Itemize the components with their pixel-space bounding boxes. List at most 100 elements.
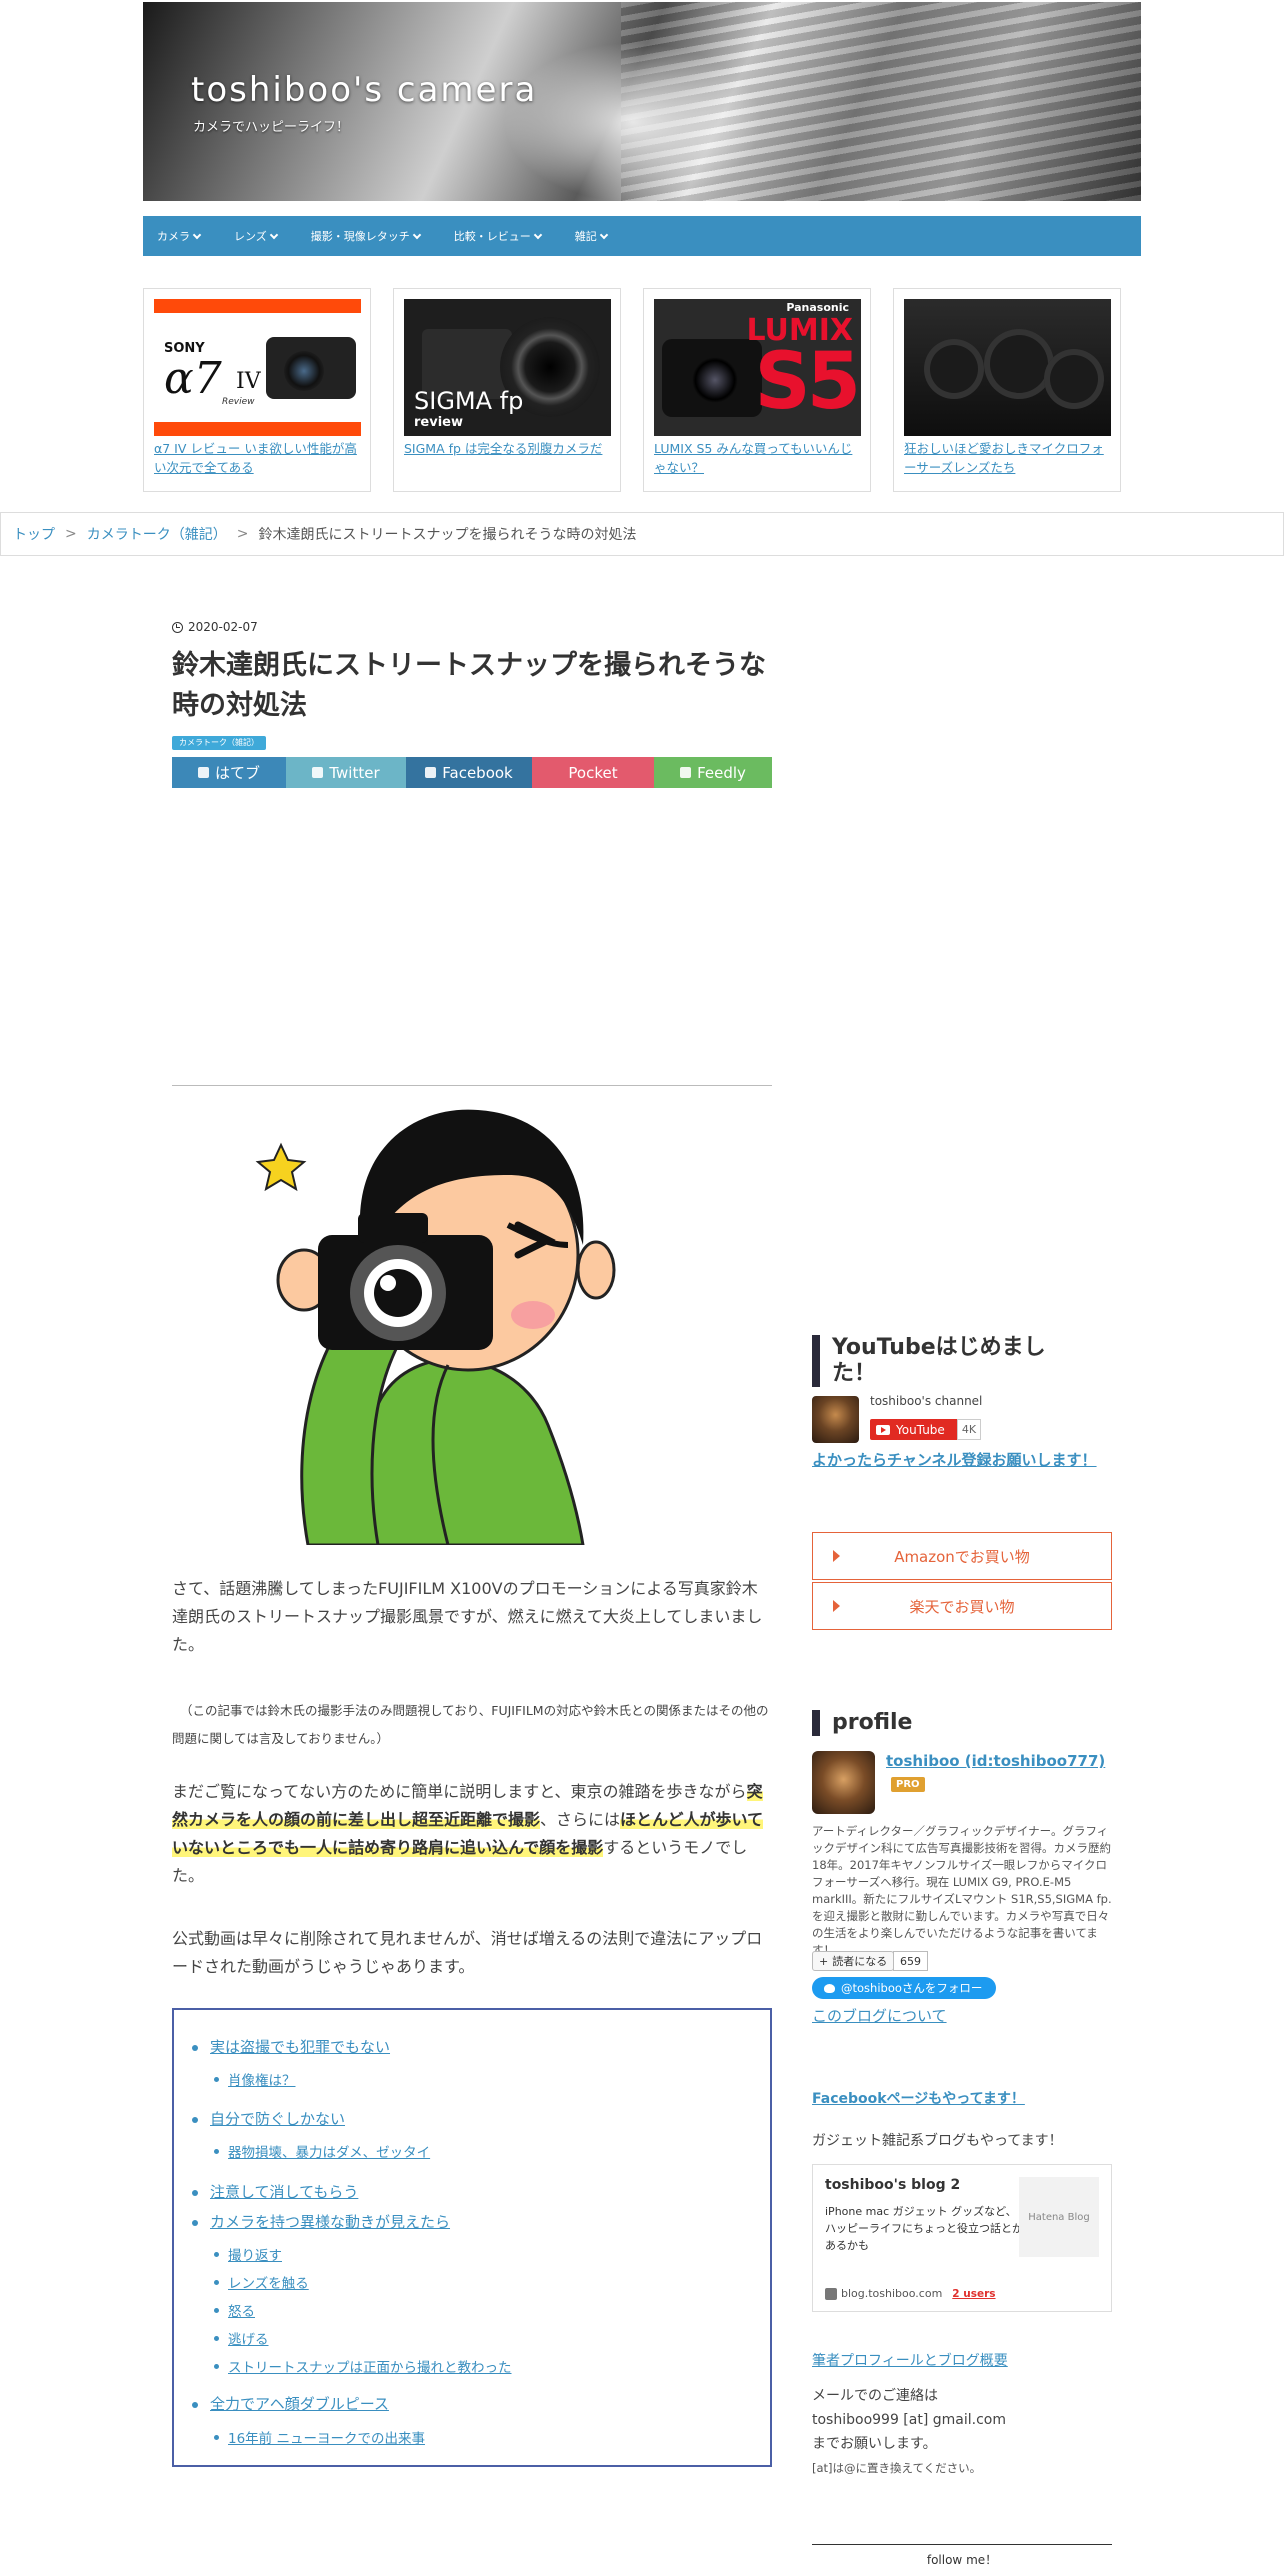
toc-subitem[interactable]: 16年前 ニューヨークでの出来事 bbox=[228, 2427, 425, 2447]
blog-card-footer: blog.toshiboo.com 2 users bbox=[825, 2287, 996, 2300]
thumb-model: α7 bbox=[164, 353, 222, 404]
channel-avatar[interactable] bbox=[812, 1396, 859, 1443]
reader-count: 659 bbox=[893, 1951, 928, 1971]
hatena-icon bbox=[197, 767, 209, 778]
contact-info: メールでのご連絡は toshiboo999 [at] gmail.com までお… bbox=[812, 2384, 1006, 2480]
youtube-button-label: YouTube bbox=[896, 1422, 945, 1437]
bookmark-users-link[interactable]: 2 users bbox=[952, 2288, 995, 2300]
post-date-text: 2020-02-07 bbox=[188, 620, 258, 634]
bullet-icon bbox=[192, 2402, 198, 2408]
profile-bio: アートディレクター／グラフィックデザイナー。グラフィックデザイン科にて広告写真撮… bbox=[812, 1824, 1112, 1957]
bullet-icon bbox=[192, 2220, 198, 2226]
facebook-page-link[interactable]: Facebookページもやってます！ bbox=[812, 2088, 1025, 2108]
chevron-down-icon bbox=[533, 230, 543, 239]
subscriber-count: 4K bbox=[957, 1419, 981, 1440]
nav-label: 雑記 bbox=[574, 230, 597, 243]
thumb-subtitle: review bbox=[414, 415, 463, 430]
featured-card[interactable]: Panasonic LUMIX S5 LUMIX S5 みんな買ってもいいんじゃ… bbox=[643, 288, 871, 492]
bullet-icon bbox=[214, 2252, 219, 2257]
share-hatena-button[interactable]: はてブ bbox=[172, 757, 286, 788]
toc-subitem[interactable]: レンズを触る bbox=[228, 2272, 309, 2292]
breadcrumb-separator: > bbox=[65, 526, 77, 542]
paragraph: まだご覧になってない方のために簡単に説明しますと、東京の雑踏を歩きながら突然カメ… bbox=[172, 1778, 772, 1890]
share-twitter-button[interactable]: Twitter bbox=[286, 757, 406, 788]
rakuten-button[interactable]: 楽天でお買い物 bbox=[812, 1582, 1112, 1630]
chevron-down-icon bbox=[412, 230, 422, 239]
featured-caption[interactable]: 狂おしいほど愛おしきマイクロフォーサーズレンズたち bbox=[904, 439, 1114, 477]
nav-item-misc[interactable]: 雑記 bbox=[574, 228, 609, 244]
follow-heading: follow me！ bbox=[812, 2544, 1112, 2568]
toc-subitem[interactable]: 器物損壊、暴力はダメ、ゼッタイ bbox=[228, 2141, 430, 2161]
featured-thumbnail[interactable]: Panasonic LUMIX S5 bbox=[654, 299, 861, 436]
featured-caption[interactable]: LUMIX S5 みんな買ってもいいんじゃない？ bbox=[654, 439, 864, 477]
bullet-icon bbox=[192, 2190, 198, 2196]
amazon-button[interactable]: Amazonでお買い物 bbox=[812, 1532, 1112, 1580]
toc-item[interactable]: 自分で防ぐしかない bbox=[210, 2108, 345, 2129]
photographer-illustration bbox=[255, 1109, 616, 1545]
twitter-follow-button[interactable]: @toshibooさんをフォロー bbox=[812, 1977, 996, 1999]
table-of-contents: 実は盗撮でも犯罪でもない 肖像権は？ 自分で防ぐしかない 器物損壊、暴力はダメ、… bbox=[172, 2008, 772, 2467]
lens-image bbox=[1044, 349, 1104, 409]
share-label: はてブ bbox=[214, 764, 260, 782]
breadcrumb: トップ > カメラトーク（雑記） > 鈴木達朗氏にストリートスナップを撮られそう… bbox=[0, 512, 1284, 556]
toc-item[interactable]: 注意して消してもらう bbox=[210, 2181, 358, 2202]
toc-item[interactable]: 全力でアヘ顔ダブルピース bbox=[210, 2393, 389, 2414]
toc-item[interactable]: カメラを持つ異様な動きが見えたら bbox=[210, 2211, 450, 2232]
share-label: Facebook bbox=[442, 763, 513, 782]
featured-cards: SONY α7 IV Review α7 IV レビュー いま欲しい性能が高い次… bbox=[143, 288, 1141, 492]
rakuten-label: 楽天でお買い物 bbox=[909, 1597, 1015, 1616]
featured-thumbnail[interactable]: SIGMA fp review bbox=[404, 299, 611, 436]
share-pocket-button[interactable]: Pocket bbox=[532, 757, 654, 788]
site-title[interactable]: toshiboo's camera bbox=[191, 70, 537, 110]
share-feedly-button[interactable]: Feedly bbox=[654, 757, 772, 788]
amazon-label: Amazonでお買い物 bbox=[894, 1547, 1030, 1566]
breadcrumb-category-link[interactable]: カメラトーク（雑記） bbox=[87, 524, 227, 544]
toc-subitem[interactable]: 撮り返す bbox=[228, 2244, 282, 2264]
site-header: toshiboo's camera カメラでハッピーライフ！ bbox=[143, 2, 1141, 201]
blog-card[interactable]: toshiboo's blog 2 iPhone mac ガジェット グッズなど… bbox=[812, 2164, 1112, 2312]
channel-subscribe-link[interactable]: よかったらチャンネル登録お願いします！ bbox=[812, 1449, 1097, 1470]
nav-item-review[interactable]: 比較・レビュー bbox=[454, 228, 543, 244]
nav-item-lens[interactable]: レンズ bbox=[234, 228, 279, 244]
about-blog-link[interactable]: このブログについて bbox=[812, 2005, 947, 2026]
nav-item-shooting[interactable]: 撮影・現像レタッチ bbox=[311, 228, 422, 244]
twitter-follow-label: @toshibooさんをフォロー bbox=[841, 1981, 983, 1995]
bullet-icon bbox=[192, 2117, 198, 2123]
bullet-icon bbox=[214, 2149, 219, 2154]
nav-item-camera[interactable]: カメラ bbox=[157, 228, 202, 244]
blog-card-title[interactable]: toshiboo's blog 2 bbox=[825, 2177, 960, 2193]
author-profile-link[interactable]: 筆者プロフィールとブログ概要 bbox=[812, 2350, 1008, 2370]
featured-caption[interactable]: SIGMA fp は完全なる別腹カメラだ bbox=[404, 439, 614, 458]
featured-caption[interactable]: α7 IV レビュー いま欲しい性能が高い次元で全てある bbox=[154, 439, 364, 477]
share-label: Feedly bbox=[697, 763, 746, 782]
lens-image bbox=[984, 329, 1054, 399]
avatar[interactable] bbox=[812, 1751, 875, 1814]
toc-subitem[interactable]: 肖像権は？ bbox=[228, 2069, 296, 2089]
global-nav: カメラ レンズ 撮影・現像レタッチ 比較・レビュー 雑記 bbox=[143, 216, 1141, 256]
toc-subitem[interactable]: ストリートスナップは正面から撮れと教わった bbox=[228, 2356, 512, 2376]
header-wave-splash bbox=[503, 42, 763, 201]
featured-card[interactable]: 狂おしいほど愛おしきマイクロフォーサーズレンズたち bbox=[893, 288, 1121, 492]
share-facebook-button[interactable]: Facebook bbox=[406, 757, 532, 788]
paragraph-text: 、さらには bbox=[540, 1810, 621, 1829]
profile-name-link[interactable]: toshiboo (id:toshiboo777) bbox=[886, 1752, 1105, 1770]
paragraph: さて、話題沸騰してしまったFUJIFILM X100Vのプロモーションによる写真… bbox=[172, 1579, 763, 1654]
featured-thumbnail[interactable] bbox=[904, 299, 1111, 436]
share-buttons: はてブ Twitter Facebook Pocket Feedly bbox=[172, 757, 772, 788]
channel-name: toshiboo's channel bbox=[870, 1394, 983, 1408]
camera-image bbox=[662, 339, 762, 417]
featured-card[interactable]: SIGMA fp review SIGMA fp は完全なる別腹カメラだ bbox=[393, 288, 621, 492]
featured-thumbnail[interactable]: SONY α7 IV Review bbox=[154, 299, 361, 436]
category-tag[interactable]: カメラトーク（雑記） bbox=[172, 736, 266, 750]
featured-card[interactable]: SONY α7 IV Review α7 IV レビュー いま欲しい性能が高い次… bbox=[143, 288, 371, 492]
chevron-down-icon bbox=[269, 230, 279, 239]
thumb-model: S5 bbox=[754, 337, 861, 427]
lens-image bbox=[924, 339, 984, 399]
caret-right-icon bbox=[833, 1600, 840, 1612]
toc-item[interactable]: 実は盗撮でも犯罪でもない bbox=[210, 2036, 390, 2057]
subscribe-reader-button[interactable]: + 読者になる bbox=[812, 1951, 895, 1971]
toc-subitem[interactable]: 逃げる bbox=[228, 2328, 269, 2348]
toc-subitem[interactable]: 怒る bbox=[228, 2300, 255, 2320]
camera-image bbox=[266, 337, 356, 399]
breadcrumb-home-link[interactable]: トップ bbox=[13, 524, 55, 544]
